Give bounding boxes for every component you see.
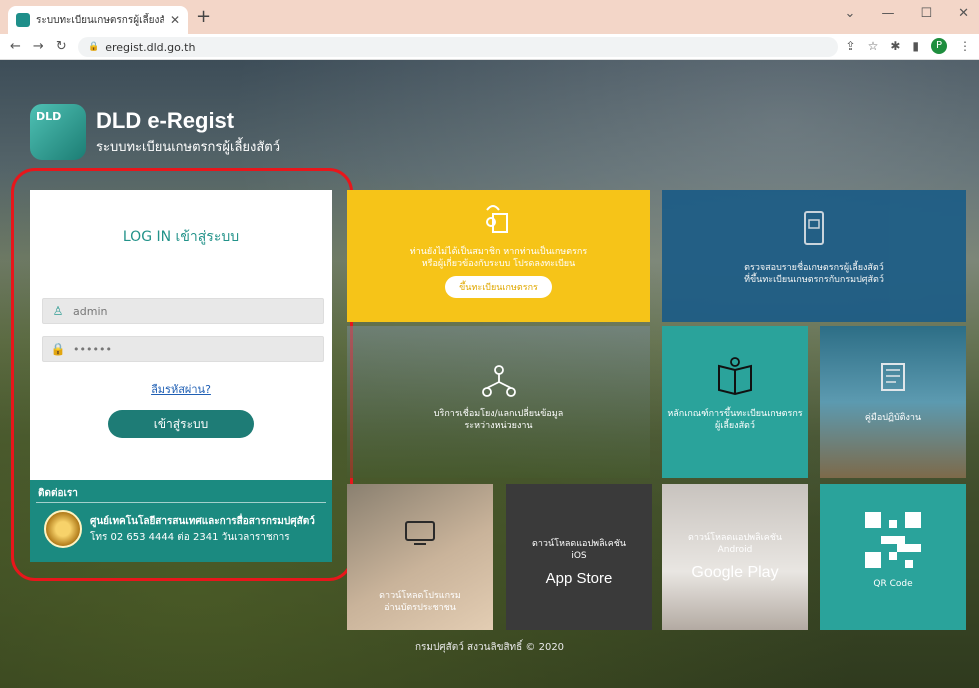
nav-controls: ← → ↻ (10, 39, 67, 54)
phone-id-icon (804, 211, 824, 245)
google-play-label: Google Play (691, 564, 779, 581)
app-store-label: App Store (545, 570, 613, 587)
cardreader-line1: ดาวน์โหลดโปรแกรม (379, 591, 461, 601)
exchange-line2: ระหว่างหน่วยงาน (464, 421, 533, 431)
card-reader-icon (405, 521, 435, 545)
register-line2: หรือผู้เกี่ยวข้องกับระบบ โปรดลงทะเบียน (421, 259, 576, 269)
qr-label: QR Code (873, 579, 913, 589)
profile-avatar[interactable]: P (931, 38, 947, 54)
tile-google-play[interactable]: ดาวน์โหลดแอปพลิเคชัน Android Google Play (662, 484, 808, 630)
share-icon[interactable]: ⇪ (846, 39, 856, 53)
ios-line2: iOS (571, 551, 587, 561)
tile-criteria[interactable]: หลักเกณฑ์การขึ้นทะเบียนเกษตรกร ผู้เลี้ยง… (662, 326, 808, 478)
brand-title: DLD e-Regist (96, 107, 235, 133)
new-tab-icon[interactable]: + (196, 6, 211, 27)
check-line2: ที่ขึ้นทะเบียนเกษตรกรกับกรมปศุสัตว์ (744, 275, 884, 285)
farmer-register-icon (485, 205, 508, 233)
tile-manual[interactable]: คู่มือปฏิบัติงาน (820, 326, 966, 478)
bookmark-star-icon[interactable]: ☆ (868, 39, 879, 53)
register-button[interactable]: ขึ้นทะเบียนเกษตรกร (445, 276, 552, 298)
lock-icon: 🔒 (88, 42, 100, 52)
manual-book-icon (881, 363, 905, 391)
criteria-line2: ผู้เลี้ยงสัตว์ (715, 421, 755, 431)
check-line1: ตรวจสอบรายชื่อเกษตรกรผู้เลี้ยงสัตว์ (744, 263, 884, 273)
close-tab-icon[interactable]: ✕ (170, 13, 180, 27)
brand-logo: DLD DLD e-Regist ระบบทะเบียนเกษตรกรผู้เล… (30, 104, 280, 160)
back-icon[interactable]: ← (10, 39, 21, 54)
address-bar-row: ← → ↻ 🔒 eregist.dld.go.th ⇪ ☆ ✱ ▮ P ⋮ (0, 34, 979, 60)
network-icon (481, 365, 516, 397)
android-line1: ดาวน์โหลดแอปพลิเคชัน (688, 533, 782, 543)
site-favicon-icon (16, 13, 30, 27)
highlight-outline (11, 168, 353, 581)
window-controls: ⌄ — ☐ ✕ (845, 6, 969, 21)
tile-data-exchange[interactable]: บริการเชื่อมโยง/แลกเปลี่ยนข้อมูล ระหว่าง… (347, 326, 650, 478)
criteria-line1: หลักเกณฑ์การขึ้นทะเบียนเกษตรกร (667, 409, 803, 419)
tile-check-farmer[interactable]: ตรวจสอบรายชื่อเกษตรกรผู้เลี้ยงสัตว์ ที่ข… (662, 190, 966, 322)
tile-register[interactable]: ท่านยังไม่ได้เป็นสมาชิก หากท่านเป็นเกษตร… (347, 190, 650, 322)
url-text: eregist.dld.go.th (105, 40, 196, 54)
manual-label: คู่มือปฏิบัติงาน (864, 413, 922, 423)
brand-subtitle: ระบบทะเบียนเกษตรกรผู้เลี้ยงสัตว์ (96, 139, 281, 155)
forward-icon[interactable]: → (33, 39, 44, 54)
url-field[interactable]: 🔒 eregist.dld.go.th (78, 37, 838, 57)
dld-logo-icon: DLD (30, 104, 86, 160)
exchange-line1: บริการเชื่อมโยง/แลกเปลี่ยนข้อมูล (433, 409, 564, 419)
tile-app-store[interactable]: ดาวน์โหลดแอปพลิเคชัน iOS App Store (506, 484, 652, 630)
browser-tab[interactable]: ระบบทะเบียนเกษตรกรผู้เลี้ยงสัตว์ ✕ (8, 6, 188, 34)
reload-icon[interactable]: ↻ (56, 39, 67, 54)
browser-tab-bar: ระบบทะเบียนเกษตรกรผู้เลี้ยงสัตว์ ✕ + ⌄ —… (0, 0, 979, 34)
ios-line1: ดาวน์โหลดแอปพลิเคชัน (532, 539, 626, 549)
book-info-icon (718, 357, 752, 396)
register-line1: ท่านยังไม่ได้เป็นสมาชิก หากท่านเป็นเกษตร… (409, 247, 588, 257)
close-window-icon[interactable]: ✕ (958, 6, 969, 21)
sidebar-icon[interactable]: ▮ (912, 39, 919, 53)
cardreader-line2: อ่านบัตรประชาชน (384, 603, 456, 613)
tab-search-icon[interactable]: ⌄ (845, 6, 856, 21)
tile-qr-code[interactable]: QR Code (820, 484, 966, 630)
extensions-icon[interactable]: ✱ (890, 39, 900, 53)
maximize-icon[interactable]: ☐ (920, 6, 932, 21)
minimize-icon[interactable]: — (881, 6, 894, 21)
android-line2: Android (717, 545, 753, 555)
page-content: DLD DLD e-Regist ระบบทะเบียนเกษตรกรผู้เล… (0, 60, 979, 688)
qr-code-icon (865, 512, 921, 568)
footer-copyright: กรมปศุสัตว์ สงวนลิขสิทธิ์ © 2020 (414, 642, 565, 653)
menu-icon[interactable]: ⋮ (959, 39, 971, 53)
toolbar-right: ⇪ ☆ ✱ ▮ P ⋮ (846, 38, 971, 54)
tab-title: ระบบทะเบียนเกษตรกรผู้เลี้ยงสัตว์ (36, 14, 164, 26)
tile-card-reader[interactable]: ดาวน์โหลดโปรแกรม อ่านบัตรประชาชน (347, 484, 493, 630)
